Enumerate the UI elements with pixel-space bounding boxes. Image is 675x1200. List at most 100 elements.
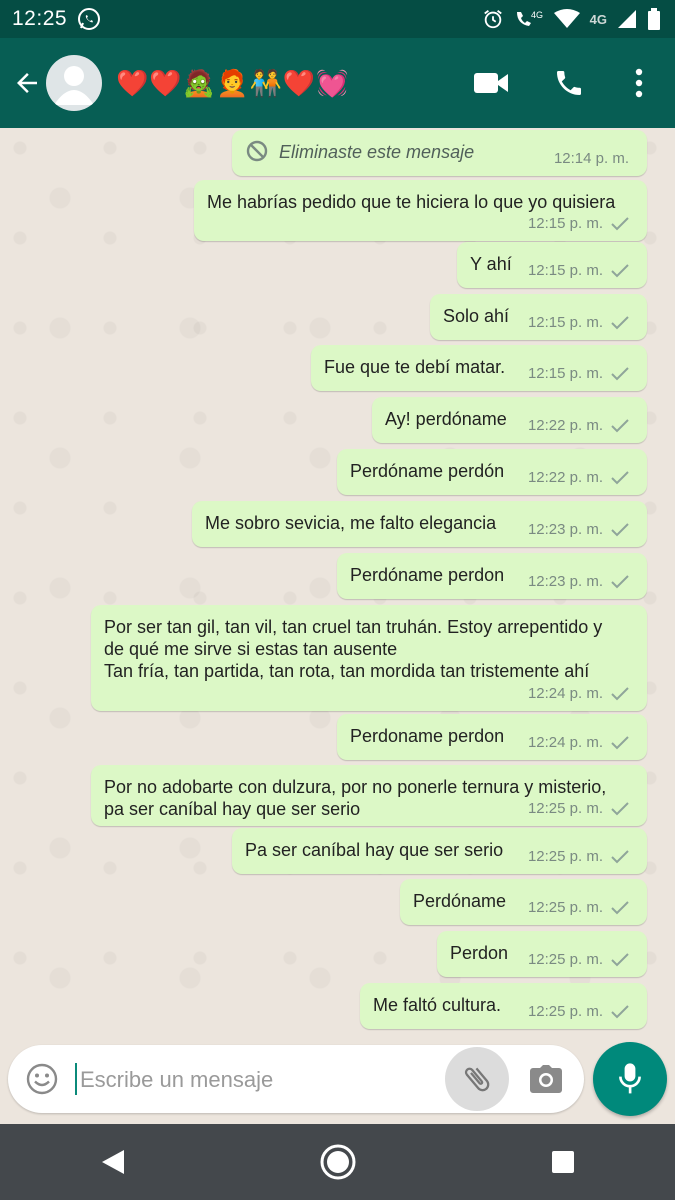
voice-call-button[interactable] xyxy=(551,65,587,101)
message-time: 12:24 p. m. xyxy=(527,734,603,751)
battery-icon xyxy=(648,8,660,30)
message-text: Fue que te debí matar. xyxy=(324,357,506,377)
emoji-icon[interactable] xyxy=(26,1063,58,1095)
attach-button[interactable] xyxy=(445,1047,509,1111)
chat-messages-area[interactable]: Eliminaste este mensaje 12:14 p. m. Me hab… xyxy=(0,128,675,1038)
message-time: 12:25 p. m. xyxy=(527,951,603,968)
message-meta: 12:22 p. m. xyxy=(528,415,629,437)
nav-home-icon xyxy=(320,1144,355,1180)
message-bubble[interactable]: Por no adobarte con dulzura, por no pone… xyxy=(91,765,647,826)
message-meta: 12:15 p. m. xyxy=(528,213,629,235)
message-text: Ay! perdóname xyxy=(385,409,507,429)
avatar[interactable] xyxy=(46,55,102,111)
message-text: Perdóname perdon xyxy=(350,565,505,585)
video-call-button[interactable] xyxy=(473,65,509,101)
network-type-label: 4G xyxy=(589,11,607,27)
alarm-icon xyxy=(483,10,502,29)
sent-check-icon xyxy=(611,419,629,433)
nav-back-icon xyxy=(101,1150,124,1174)
message-text: Perdóname perdón xyxy=(350,461,505,481)
sent-check-icon xyxy=(611,471,629,485)
nav-recents-button[interactable] xyxy=(523,1132,603,1192)
message-bubble[interactable]: Perdon 12:25 p. m. xyxy=(437,931,647,977)
chat-header: ❤️❤️🧟🧑‍🦰🧑‍🤝‍🧑❤️💓 xyxy=(0,38,675,128)
message-bubble[interactable]: Perdoname perdon 12:24 p. m. xyxy=(337,714,647,760)
message-time: 12:22 p. m. xyxy=(527,469,603,486)
message-time: 12:25 p. m. xyxy=(527,1003,603,1020)
message-time: 12:15 p. m. xyxy=(527,365,603,382)
paperclip-icon xyxy=(464,1067,490,1092)
message-time: 12:25 p. m. xyxy=(527,800,603,817)
default-avatar-icon xyxy=(54,66,94,105)
message-text: Perdoname perdon xyxy=(350,726,505,746)
message-input-bar xyxy=(8,1045,584,1113)
message-text: Me faltó cultura. xyxy=(373,995,502,1015)
text-cursor xyxy=(75,1063,77,1095)
voice-message-button[interactable] xyxy=(593,1042,667,1116)
message-meta: 12:24 p. m. xyxy=(528,683,629,705)
message-bubble[interactable]: Me habrías pedido que te hiciera lo que … xyxy=(194,180,647,241)
sent-check-icon xyxy=(611,736,629,750)
contact-name[interactable]: ❤️❤️🧟🧑‍🦰🧑‍🤝‍🧑❤️💓 xyxy=(116,68,350,99)
message-bubble[interactable]: Pa ser caníbal hay que ser serio 12:25 p.… xyxy=(232,828,647,874)
back-arrow-icon[interactable] xyxy=(12,68,42,98)
volte-call-icon: 4G xyxy=(516,10,543,26)
message-meta: 12:25 p. m. xyxy=(528,798,629,820)
sent-check-icon xyxy=(611,316,629,330)
message-bubble[interactable]: Me faltó cultura. 12:25 p. m. xyxy=(360,983,647,1029)
message-text: Solo ahí xyxy=(443,306,510,326)
message-time: 12:15 p. m. xyxy=(527,314,603,331)
message-meta: 12:22 p. m. xyxy=(528,467,629,489)
message-bubble[interactable]: Perdóname perdón 12:22 p. m. xyxy=(337,449,647,495)
message-text: Por ser tan gil, tan vil, tan cruel tan … xyxy=(104,617,603,681)
message-time: 12:15 p. m. xyxy=(527,262,603,279)
message-text: Perdóname xyxy=(413,891,507,911)
system-navigation-bar xyxy=(0,1124,675,1200)
message-bubble[interactable]: Y ahí 12:15 p. m. xyxy=(457,242,647,288)
camera-icon[interactable] xyxy=(529,1063,563,1095)
message-meta: 12:15 p. m. xyxy=(528,312,629,334)
message-text: Eliminaste este mensaje xyxy=(279,142,475,162)
message-bubble[interactable]: Ay! perdóname 12:22 p. m. xyxy=(372,397,647,443)
sent-check-icon xyxy=(611,264,629,278)
message-text: Me habrías pedido que te hiciera lo que … xyxy=(207,192,616,212)
message-meta: 12:15 p. m. xyxy=(528,363,629,385)
message-time: 12:25 p. m. xyxy=(527,848,603,865)
message-time: 12:22 p. m. xyxy=(527,417,603,434)
message-meta: 12:23 p. m. xyxy=(528,519,629,541)
message-bubble[interactable]: Perdóname perdon 12:23 p. m. xyxy=(337,553,647,599)
deleted-message-bubble[interactable]: Eliminaste este mensaje 12:14 p. m. xyxy=(232,130,647,176)
message-bubble[interactable]: Perdóname 12:25 p. m. xyxy=(400,879,647,925)
sent-check-icon xyxy=(611,523,629,537)
more-vert-icon xyxy=(635,68,643,98)
sent-check-icon xyxy=(611,802,629,816)
message-meta: 12:25 p. m. xyxy=(528,897,629,919)
message-bubble[interactable]: Solo ahí 12:15 p. m. xyxy=(430,294,647,340)
message-bubble[interactable]: Me sobro sevicia, me falto elegancia 12:2… xyxy=(192,501,647,547)
message-meta: 12:15 p. m. xyxy=(528,260,629,282)
message-meta: 12:24 p. m. xyxy=(528,732,629,754)
phone-icon xyxy=(557,71,581,95)
sent-check-icon xyxy=(611,850,629,864)
message-text: Me sobro sevicia, me falto elegancia xyxy=(205,513,497,533)
overflow-menu-button[interactable] xyxy=(629,65,649,101)
message-time: 12:25 p. m. xyxy=(527,899,603,916)
message-time: 12:15 p. m. xyxy=(527,215,603,232)
nav-back-button[interactable] xyxy=(73,1132,153,1192)
nav-home-button[interactable] xyxy=(298,1132,378,1192)
message-input[interactable] xyxy=(78,1059,442,1101)
message-bubble[interactable]: Fue que te debí matar. 12:15 p. m. xyxy=(311,345,647,391)
message-text: Y ahí xyxy=(470,254,512,274)
message-bubble[interactable]: Por ser tan gil, tan vil, tan cruel tan … xyxy=(91,605,647,711)
status-time: 12:25 xyxy=(12,7,68,30)
microphone-icon xyxy=(619,1063,641,1094)
sent-check-icon xyxy=(611,953,629,967)
message-meta: 12:25 p. m. xyxy=(528,949,629,971)
message-meta: 12:23 p. m. xyxy=(528,571,629,593)
svg-text:4G: 4G xyxy=(531,10,543,20)
wifi-icon xyxy=(553,9,580,28)
sent-check-icon xyxy=(611,687,629,701)
message-time: 12:14 p. m. xyxy=(553,150,629,167)
message-text: Perdon xyxy=(450,943,509,963)
nav-recents-icon xyxy=(551,1151,574,1173)
